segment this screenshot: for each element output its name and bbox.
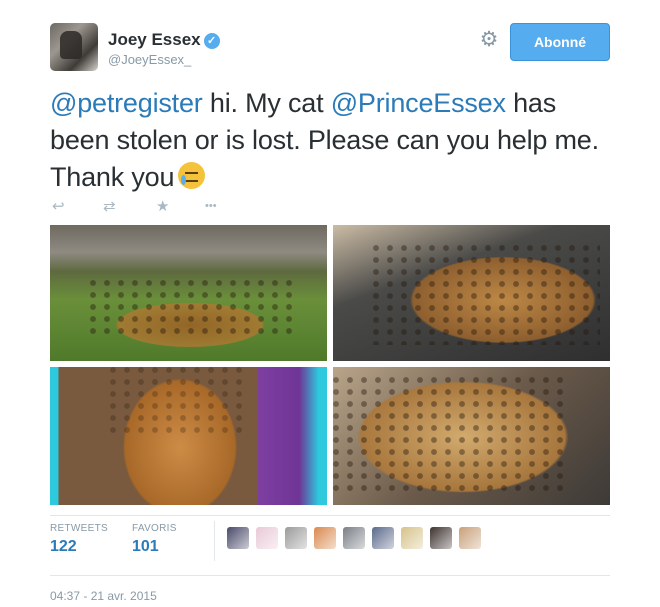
tweet-timestamp[interactable]: 04:37 - 21 avr. 2015 [50,589,157,603]
gear-icon[interactable]: ⚙ [478,29,500,51]
avatar[interactable] [50,23,98,71]
divider [50,575,610,576]
retweets-label: RETWEETS [50,523,108,534]
cat-photo-4[interactable] [333,367,610,505]
user-name-row[interactable]: Joey Essex ✓ [108,30,220,50]
cat-photo-1[interactable] [50,225,327,361]
favoriter-avatar[interactable] [314,527,336,549]
mention-link[interactable]: @PrinceEssex [331,88,506,118]
favoriter-avatar[interactable] [227,527,249,549]
tweet-text: @petregister hi. My cat @PrinceEssex has… [50,85,610,196]
favoriter-avatar[interactable] [343,527,365,549]
favoriter-avatar[interactable] [459,527,481,549]
retweet-icon[interactable]: ⇄ [103,197,116,215]
cat-photo-3[interactable] [50,367,327,505]
reply-icon[interactable]: ↩ [52,197,65,215]
favorites-label: FAVORIS [132,523,177,534]
favorites-count[interactable]: 101 [132,538,159,556]
follow-button[interactable]: Abonné [510,23,610,61]
favoriter-avatar[interactable] [401,527,423,549]
favorite-icon[interactable]: ★ [156,197,169,215]
cat-photo-2[interactable] [333,225,610,361]
retweets-count[interactable]: 122 [50,538,77,556]
divider [50,515,610,516]
user-name[interactable]: Joey Essex [108,30,201,49]
user-handle[interactable]: @JoeyEssex_ [108,52,191,67]
crying-face-icon [178,162,206,189]
divider [214,521,215,561]
favoriter-avatar[interactable] [372,527,394,549]
favoriter-avatar[interactable] [285,527,307,549]
more-icon[interactable]: ••• [205,200,217,212]
favoriter-avatar[interactable] [256,527,278,549]
mention-link[interactable]: @petregister [50,88,203,118]
verified-icon: ✓ [203,33,220,49]
favoriter-avatar[interactable] [430,527,452,549]
tweet-text-part: hi. My cat [202,88,331,118]
